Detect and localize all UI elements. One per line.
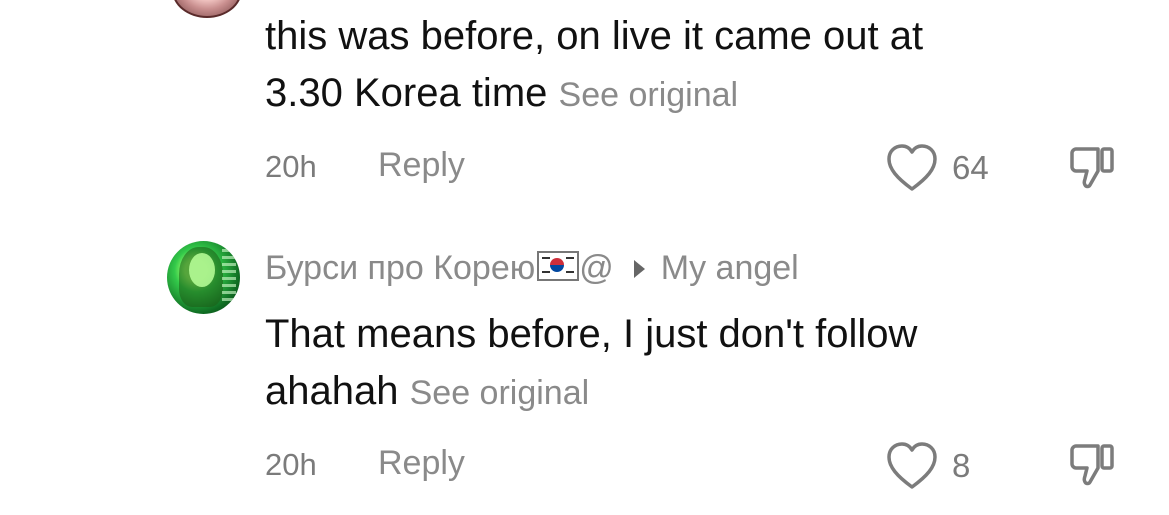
comment-text: this was before, on live it came out at … [265, 8, 1145, 124]
reply-to-username[interactable]: My angel [661, 249, 799, 287]
like-count: 8 [952, 447, 971, 484]
comment-timestamp: 20h [265, 447, 317, 482]
reply-button[interactable]: Reply [378, 146, 465, 185]
comment-text-line-2-main: 3.30 Korea time [265, 71, 548, 115]
see-original-link[interactable]: See original [410, 374, 590, 412]
heart-icon[interactable] [885, 142, 939, 194]
comment-timestamp: 20h [265, 149, 317, 184]
comment-text-line-2: 3.30 Korea time See original [265, 65, 1145, 124]
username-suffix: @ [579, 249, 614, 287]
comment-text-line-2-main: ahahah [265, 369, 399, 413]
comment-text-line-1: That means before, I just don't follow [265, 312, 918, 356]
username[interactable]: Бурси про Корею [265, 249, 535, 287]
avatar-face [189, 253, 215, 287]
comment-text-line-1: this was before, on live it came out at [265, 14, 924, 58]
see-original-link[interactable]: See original [559, 76, 739, 114]
reply-button[interactable]: Reply [378, 444, 465, 483]
like-count: 64 [952, 149, 989, 186]
play-arrow-icon [633, 260, 645, 278]
dislike-icon[interactable] [1066, 145, 1118, 191]
heart-icon[interactable] [885, 440, 939, 492]
comment-text-line-2: ahahah See original [265, 363, 1145, 422]
comment-header: Бурси про Корею @ My angel [265, 248, 799, 288]
commenter-avatar[interactable] [172, 0, 242, 18]
dislike-icon[interactable] [1066, 442, 1118, 488]
commenter-avatar[interactable] [167, 241, 240, 314]
comment-text: That means before, I just don't follow a… [265, 306, 1145, 422]
south-korea-flag-icon [537, 251, 580, 281]
avatar-lights [222, 249, 236, 303]
